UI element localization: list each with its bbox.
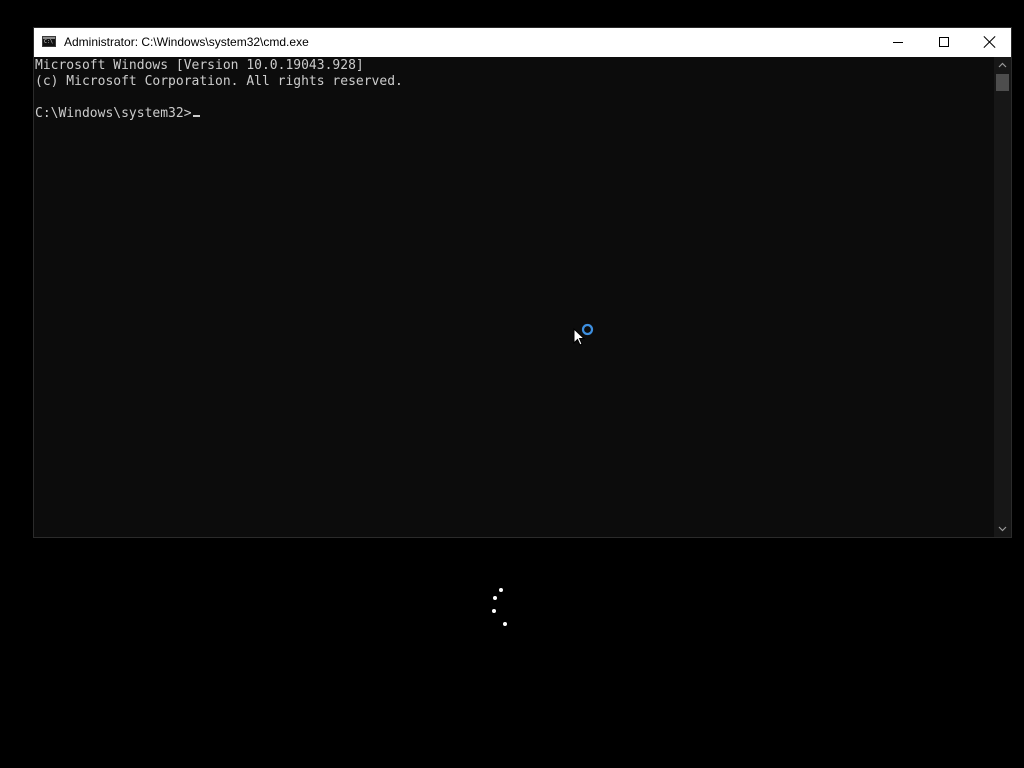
command-prompt-line[interactable]: C:\Windows\system32> — [35, 106, 200, 122]
maximize-icon — [939, 37, 949, 47]
window-title: Administrator: C:\Windows\system32\cmd.e… — [64, 35, 309, 49]
spinner-dot — [503, 622, 507, 626]
maximize-button[interactable] — [921, 28, 967, 57]
console-line: Microsoft Windows [Version 10.0.19043.92… — [35, 58, 364, 73]
scroll-thumb[interactable] — [996, 74, 1009, 91]
minimize-button[interactable] — [875, 28, 921, 57]
command-prompt: C:\Windows\system32> — [35, 106, 192, 121]
spinner-dot — [492, 609, 496, 613]
vertical-scrollbar[interactable] — [994, 57, 1011, 537]
chevron-down-icon — [998, 526, 1007, 532]
cmd-window: C:\ Administrator: C:\Windows\system32\c… — [33, 27, 1012, 538]
text-cursor — [192, 115, 200, 117]
console-line: (c) Microsoft Corporation. All rights re… — [35, 74, 403, 89]
spinner-dot — [493, 596, 497, 600]
app-icon-glyph: C:\ — [44, 39, 54, 45]
title-bar[interactable]: C:\ Administrator: C:\Windows\system32\c… — [34, 28, 1011, 57]
close-button[interactable] — [967, 28, 1013, 57]
loading-spinner-icon — [488, 586, 512, 630]
chevron-up-icon — [998, 62, 1007, 68]
spinner-dot — [499, 588, 503, 592]
cmd-app-icon[interactable]: C:\ — [42, 36, 56, 47]
scroll-down-button[interactable] — [994, 520, 1011, 537]
minimize-icon — [893, 42, 903, 43]
close-icon — [984, 36, 996, 48]
console-output[interactable]: Microsoft Windows [Version 10.0.19043.92… — [34, 57, 994, 537]
busy-cursor-icon — [581, 323, 594, 336]
scroll-up-button[interactable] — [994, 57, 1011, 74]
